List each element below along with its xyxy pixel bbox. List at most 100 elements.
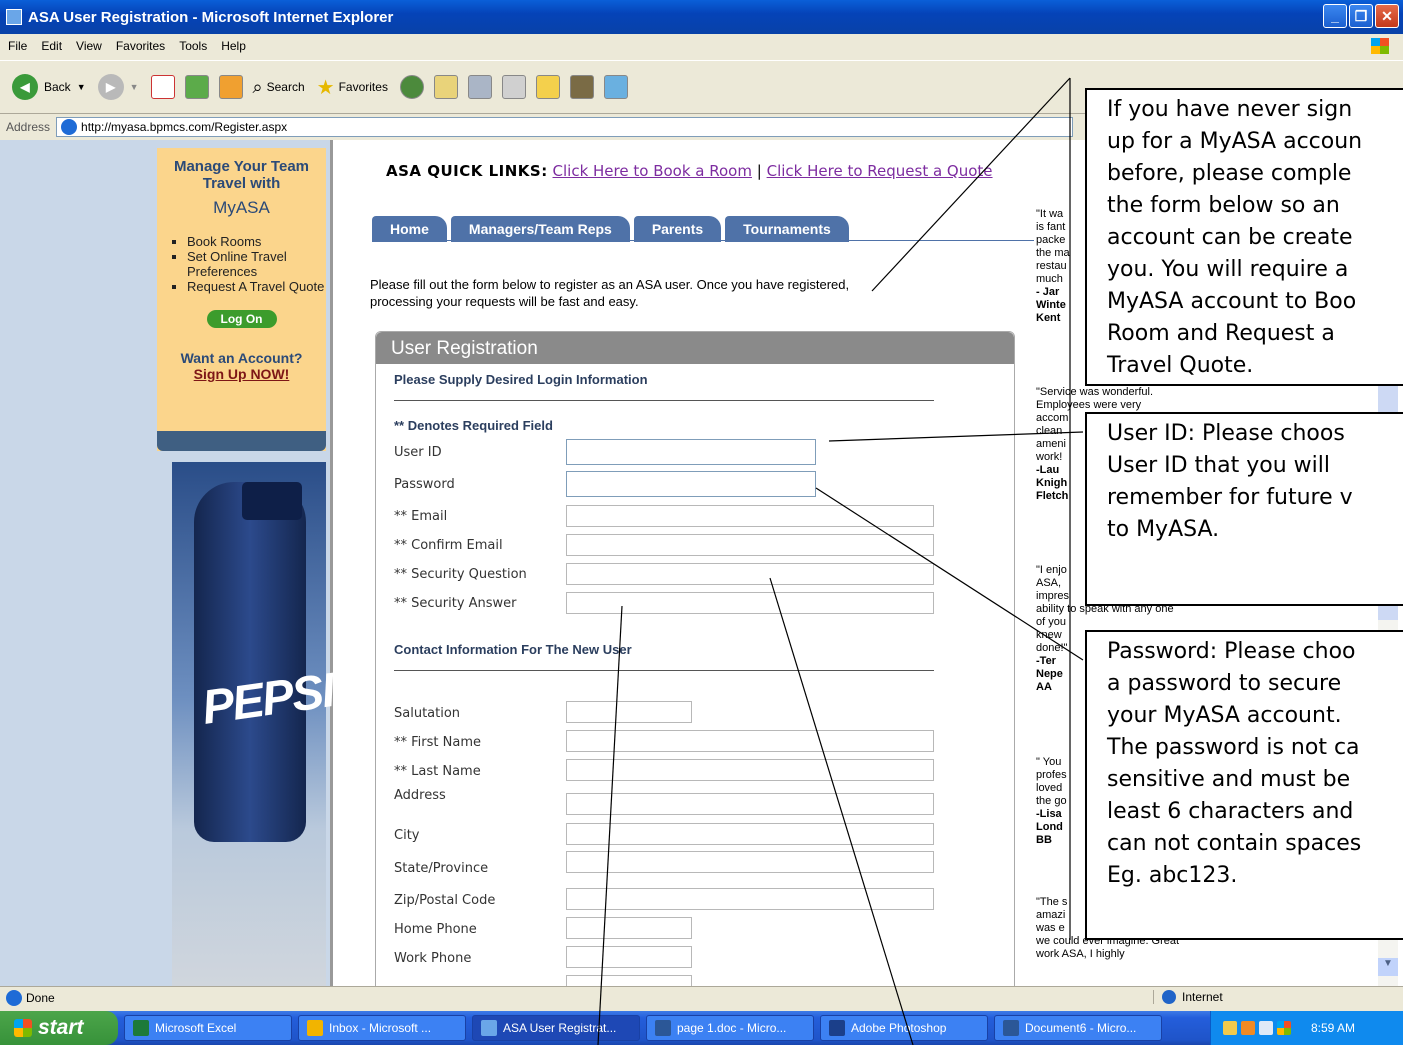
sidebar-feature-list: Book Rooms Set Online Travel Preferences… xyxy=(187,234,326,294)
taskbar-label: Microsoft Excel xyxy=(155,1021,237,1035)
menu-file[interactable]: File xyxy=(8,39,27,53)
history-icon[interactable] xyxy=(399,75,424,99)
home-phone-input[interactable] xyxy=(566,917,692,939)
security-question-input[interactable] xyxy=(566,563,934,585)
back-dropdown-icon[interactable]: ▼ xyxy=(77,82,86,92)
tab-home[interactable]: Home xyxy=(372,216,447,242)
login-section-title: Please Supply Desired Login Information xyxy=(394,372,648,387)
taskbar-label: Inbox - Microsoft ... xyxy=(329,1021,432,1035)
favorites-star-icon: ★ xyxy=(316,76,335,99)
extra-input[interactable] xyxy=(566,975,692,986)
back-label: Back xyxy=(44,80,71,94)
favorites-button[interactable]: ★ Favorites xyxy=(317,75,388,100)
minimize-button[interactable]: _ xyxy=(1323,4,1347,28)
messenger-icon[interactable] xyxy=(603,75,628,99)
taskbar-word-page1[interactable]: page 1.doc - Micro... xyxy=(646,1015,814,1041)
nav-tabs: Home Managers/Team Reps Parents Tourname… xyxy=(372,216,853,242)
taskbar-photoshop[interactable]: Adobe Photoshop xyxy=(820,1015,988,1041)
work-phone-input[interactable] xyxy=(566,946,692,968)
state-input[interactable] xyxy=(566,851,934,873)
sign-up-link[interactable]: Sign Up NOW! xyxy=(157,366,326,382)
address-input[interactable]: http://myasa.bpmcs.com/Register.aspx xyxy=(56,117,1073,137)
stop-icon[interactable] xyxy=(150,75,175,99)
favorites-label: Favorites xyxy=(338,80,388,94)
discuss-icon[interactable] xyxy=(535,75,560,99)
taskbar-label: ASA User Registrat... xyxy=(503,1021,617,1035)
mail-icon[interactable] xyxy=(433,75,458,99)
email-label: ** Email xyxy=(394,509,448,524)
menu-edit[interactable]: Edit xyxy=(41,39,62,53)
print-icon[interactable] xyxy=(467,75,492,99)
maximize-button[interactable]: ❐ xyxy=(1349,4,1373,28)
zone-label: Internet xyxy=(1182,990,1223,1004)
edit-icon[interactable] xyxy=(501,75,526,99)
research-icon[interactable] xyxy=(569,75,594,99)
address-label: Address xyxy=(6,120,51,134)
taskbar-ie[interactable]: ASA User Registrat... xyxy=(472,1015,640,1041)
tab-tournaments[interactable]: Tournaments xyxy=(725,216,849,242)
messenger-tray-icon[interactable] xyxy=(1277,1021,1291,1035)
want-account-text: Want an Account? xyxy=(180,350,303,366)
taskbar-outlook[interactable]: Inbox - Microsoft ... xyxy=(298,1015,466,1041)
zip-input[interactable] xyxy=(566,888,934,910)
forward-dropdown-icon: ▼ xyxy=(129,82,139,92)
taskbar-excel[interactable]: Microsoft Excel xyxy=(124,1015,292,1041)
last-name-input[interactable] xyxy=(566,759,934,781)
testimonial-1: "It wa is fant packe the ma restau much … xyxy=(1036,208,1070,325)
back-button[interactable]: ◀ Back ▼ xyxy=(12,74,86,100)
password-input[interactable] xyxy=(566,471,816,497)
outlook-icon xyxy=(307,1020,323,1036)
menu-favorites[interactable]: Favorites xyxy=(116,39,165,53)
tab-parents[interactable]: Parents xyxy=(633,216,722,242)
salutation-label: Salutation xyxy=(394,706,461,721)
first-name-input[interactable] xyxy=(566,730,934,752)
tray-icon[interactable] xyxy=(1259,1021,1273,1035)
log-on-button[interactable]: Log On xyxy=(206,310,277,328)
security-answer-input[interactable] xyxy=(566,592,934,614)
scroll-down-arrow-icon[interactable]: ▼ xyxy=(1378,958,1398,976)
email-input[interactable] xyxy=(566,505,934,527)
address-input[interactable] xyxy=(566,793,934,815)
close-button[interactable]: ✕ xyxy=(1375,4,1399,28)
testimonial-line: Winte xyxy=(1036,299,1066,311)
refresh-icon[interactable] xyxy=(184,75,209,99)
sidebar-brand: MyASA xyxy=(213,198,270,217)
menu-help[interactable]: Help xyxy=(221,39,246,53)
intro-text: Please fill out the form below to regist… xyxy=(370,277,850,309)
tab-managers-team-reps[interactable]: Managers/Team Reps xyxy=(450,216,630,242)
forward-button[interactable]: ▶ ▼ xyxy=(97,74,139,100)
security-answer-label: ** Security Answer xyxy=(394,596,517,611)
menu-view[interactable]: View xyxy=(76,39,102,53)
zip-label: Zip/Postal Code xyxy=(394,893,496,908)
callout-signup-info: If you have never sign up for a MyASA ac… xyxy=(1085,88,1403,386)
contact-section-title: Contact Information For The New User xyxy=(394,642,632,657)
taskbar-label: page 1.doc - Micro... xyxy=(677,1021,787,1035)
testimonial-line: is fant xyxy=(1036,221,1066,233)
home-icon[interactable] xyxy=(218,75,243,99)
user-id-input[interactable] xyxy=(566,439,816,465)
menu-tools[interactable]: Tools xyxy=(179,39,207,53)
book-room-link[interactable]: Click Here to Book a Room xyxy=(553,162,752,180)
mail-tray-icon[interactable] xyxy=(1223,1021,1237,1035)
required-note: ** Denotes Required Field xyxy=(394,418,553,433)
city-input[interactable] xyxy=(566,823,934,845)
pepsi-advertisement[interactable]: PEPSI xyxy=(172,462,336,986)
testimonial-line: restau xyxy=(1036,260,1067,272)
testimonial-line: Lond xyxy=(1036,821,1063,833)
taskbar-word-doc6[interactable]: Document6 - Micro... xyxy=(994,1015,1162,1041)
address-url: http://myasa.bpmcs.com/Register.aspx xyxy=(81,120,288,134)
confirm-email-input[interactable] xyxy=(566,534,934,556)
state-label: State/Province xyxy=(394,861,489,876)
search-button[interactable]: ⌕ Search xyxy=(253,77,305,98)
form-header: User Registration xyxy=(376,332,1014,364)
request-quote-link[interactable]: Click Here to Request a Quote xyxy=(767,162,993,180)
testimonial-line: much xyxy=(1036,273,1063,285)
testimonial-line: Kent xyxy=(1036,312,1061,324)
salutation-input[interactable] xyxy=(566,701,692,723)
status-bar: Done Internet xyxy=(0,986,1403,1008)
tray-icon[interactable] xyxy=(1241,1021,1255,1035)
status-page-icon xyxy=(6,989,22,1006)
last-name-label: ** Last Name xyxy=(394,764,481,779)
security-zone: Internet xyxy=(1153,990,1343,1004)
start-button[interactable]: start xyxy=(0,1011,118,1045)
